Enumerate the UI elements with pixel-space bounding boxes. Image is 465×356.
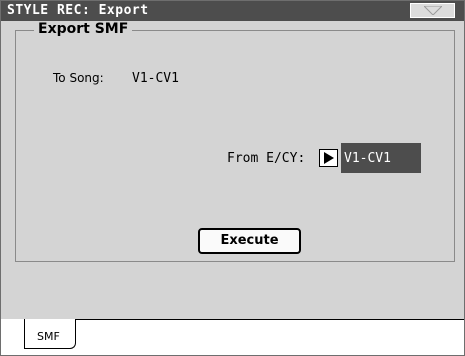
execute-button[interactable]: Execute <box>198 228 301 254</box>
to-song-value: V1-CV1 <box>132 71 179 86</box>
to-song-label: To Song: <box>53 71 104 85</box>
from-ecy-value: V1-CV1 <box>344 151 391 166</box>
from-ecy-select-button[interactable] <box>319 149 338 167</box>
triangle-down-icon <box>424 6 442 15</box>
from-ecy-label: From E/CY: <box>227 151 306 166</box>
title-bar: STYLE REC: Export <box>1 1 464 21</box>
from-ecy-value-field[interactable]: V1-CV1 <box>341 143 421 173</box>
page-menu-button[interactable] <box>410 3 455 18</box>
tab-smf-label: SMF <box>37 330 60 343</box>
window-title: STYLE REC: Export <box>7 3 149 18</box>
play-triangle-icon <box>324 152 334 164</box>
panel-title: Export SMF <box>34 21 133 37</box>
export-window: STYLE REC: Export Export SMF To Song: V1… <box>0 0 465 356</box>
tab-strip-divider <box>76 319 464 320</box>
tab-smf[interactable]: SMF <box>24 319 76 349</box>
